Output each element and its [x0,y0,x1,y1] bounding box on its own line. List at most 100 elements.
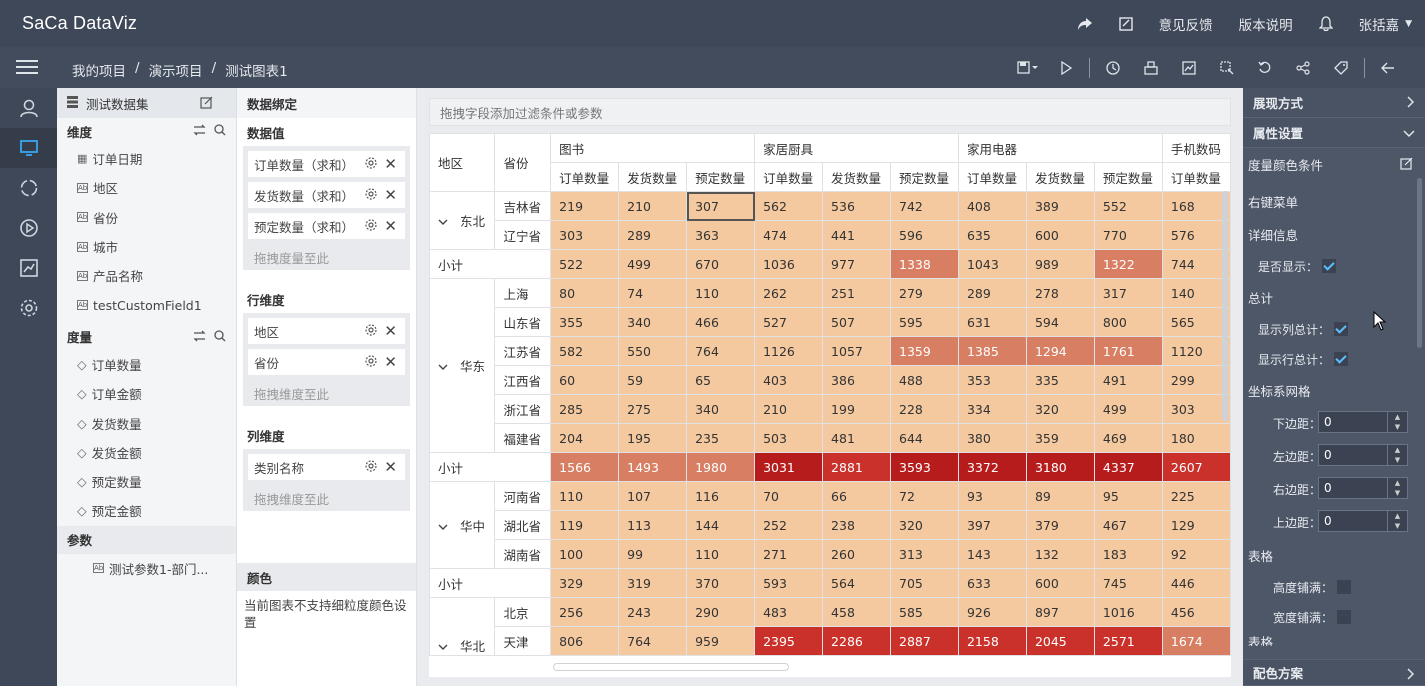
bell-icon[interactable] [1318,15,1333,32]
value-cell[interactable]: 132 [1025,539,1095,569]
value-cell[interactable]: 635 [957,220,1027,250]
province-cell[interactable]: 江西省 [494,365,552,395]
header-measure[interactable]: 发货数量 [822,162,892,192]
value-cell[interactable]: 1674 [1161,626,1231,656]
value-cell[interactable]: 100 [550,539,620,569]
value-cell[interactable]: 204 [550,423,620,453]
value-cell[interactable]: 582 [550,336,620,366]
value-cell[interactable]: 503 [754,423,824,453]
value-cell[interactable]: 507 [822,307,892,337]
value-cell[interactable]: 70 [754,481,824,511]
value-cell[interactable]: 289 [618,220,688,250]
value-cell[interactable]: 562 [754,191,824,221]
rows-dropzone[interactable]: 地区 ✕ 省份 ✕ 拖拽维度至此 [243,313,410,406]
value-cell[interactable]: 303 [550,220,620,250]
vertical-scrollbar[interactable] [1222,191,1228,421]
value-cell[interactable]: 219 [550,191,620,221]
subtotal-cell[interactable]: 2607 [1161,452,1231,482]
measure-field[interactable]: ◇ 预定金额 [57,496,236,525]
value-cell[interactable]: 195 [618,423,688,453]
release-notes-link[interactable]: 版本说明 [1239,14,1293,34]
region-cell[interactable]: 东北 [429,191,496,250]
value-cell[interactable]: 65 [686,365,756,395]
value-cell[interactable]: 389 [1025,191,1095,221]
subtotal-cell[interactable]: 1493 [618,452,688,482]
margin-bottom-input[interactable]: 0 ▲ ▼ [1318,411,1408,433]
subtotal-cell[interactable]: 1566 [550,452,620,482]
province-cell[interactable]: 福建省 [494,423,552,453]
value-cell[interactable]: 1359 [890,336,959,366]
nav-user-icon[interactable] [0,88,57,128]
measure-field[interactable]: ◇ 订单数量 [57,350,236,379]
breadcrumb-my-projects[interactable]: 我的项目 [72,60,126,80]
panel-scrollbar[interactable] [1417,178,1422,348]
province-cell[interactable]: 天津 [494,626,552,656]
feedback-link[interactable]: 意见反馈 [1159,14,1213,34]
header-measure[interactable]: 订单数量 [754,162,824,192]
value-cell[interactable]: 1057 [822,336,892,366]
value-cell[interactable]: 93 [957,481,1027,511]
subtotal-cell[interactable]: 1338 [890,249,959,279]
spinner-icon[interactable]: ▲ ▼ [1387,478,1407,498]
subtotal-cell[interactable]: 370 [686,568,756,598]
value-cell[interactable]: 183 [1093,539,1163,569]
subtotal-cell[interactable]: 600 [1025,568,1095,598]
measure-field[interactable]: ◇ 预定数量 [57,467,236,496]
close-icon[interactable]: ✕ [384,322,397,340]
value-cell[interactable]: 262 [754,278,824,308]
search-icon[interactable] [214,124,226,139]
cols-dropzone[interactable]: 类别名称 ✕ 拖拽维度至此 [243,449,410,511]
value-cell[interactable]: 72 [890,481,959,511]
province-cell[interactable]: 湖南省 [494,539,552,569]
close-icon[interactable]: ✕ [384,186,397,204]
subtotal-cell[interactable]: 319 [618,568,688,598]
value-cell[interactable]: 596 [890,220,959,250]
subtotal-cell[interactable]: 744 [1161,249,1231,279]
display-mode-header[interactable]: 展现方式 [1243,88,1425,118]
user-menu[interactable]: 张括嘉 ▼ [1359,14,1412,34]
value-cell[interactable]: 2286 [822,626,892,656]
dimension-field-city[interactable]: Ab 城市 [57,232,236,261]
value-cell[interactable]: 225 [1161,481,1231,511]
dimension-field-province[interactable]: Ab 省份 [57,203,236,232]
undo-icon[interactable] [1246,61,1284,75]
value-cell[interactable]: 60 [550,365,620,395]
subtotal-cell[interactable]: 1043 [957,249,1027,279]
gear-icon[interactable] [365,324,377,339]
value-cell[interactable]: 129 [1161,510,1231,540]
measure-color-condition[interactable]: 度量颜色条件 [1243,148,1425,181]
value-cell[interactable]: 458 [822,597,892,627]
value-cell[interactable]: 199 [822,394,892,424]
subtotal-cell[interactable]: 670 [686,249,756,279]
value-cell[interactable]: 143 [957,539,1027,569]
value-cell[interactable]: 491 [1093,365,1163,395]
header-measure[interactable]: 订单数量 [550,162,620,192]
value-cell[interactable]: 770 [1093,220,1163,250]
province-cell[interactable]: 辽宁省 [494,220,552,250]
value-cell[interactable]: 959 [686,626,756,656]
value-cell[interactable]: 320 [1025,394,1095,424]
value-cell[interactable]: 252 [754,510,824,540]
nav-monitor-icon[interactable] [0,128,57,168]
close-icon[interactable]: ✕ [384,353,397,371]
value-cell[interactable]: 74 [618,278,688,308]
value-cell[interactable]: 2395 [754,626,824,656]
row-pill[interactable]: 地区 ✕ [248,318,405,344]
value-pill[interactable]: 预定数量（求和） ✕ [248,213,405,239]
value-cell[interactable]: 99 [618,539,688,569]
region-cell[interactable]: 华中 [429,481,496,569]
value-cell[interactable]: 66 [822,481,892,511]
subtotal-cell[interactable]: 633 [957,568,1027,598]
edit-box-icon[interactable] [1118,16,1133,31]
header-category[interactable]: 图书 [550,133,756,163]
value-cell[interactable]: 89 [1025,481,1095,511]
value-cell[interactable]: 320 [890,510,959,540]
value-cell[interactable]: 527 [754,307,824,337]
value-cell[interactable]: 238 [822,510,892,540]
header-province[interactable]: 省份 [494,133,552,192]
header-category[interactable]: 家用电器 [957,133,1163,163]
value-cell[interactable]: 303 [1161,394,1231,424]
tag-icon[interactable] [1322,60,1360,75]
value-cell[interactable]: 279 [890,278,959,308]
value-cell[interactable]: 1126 [754,336,824,366]
